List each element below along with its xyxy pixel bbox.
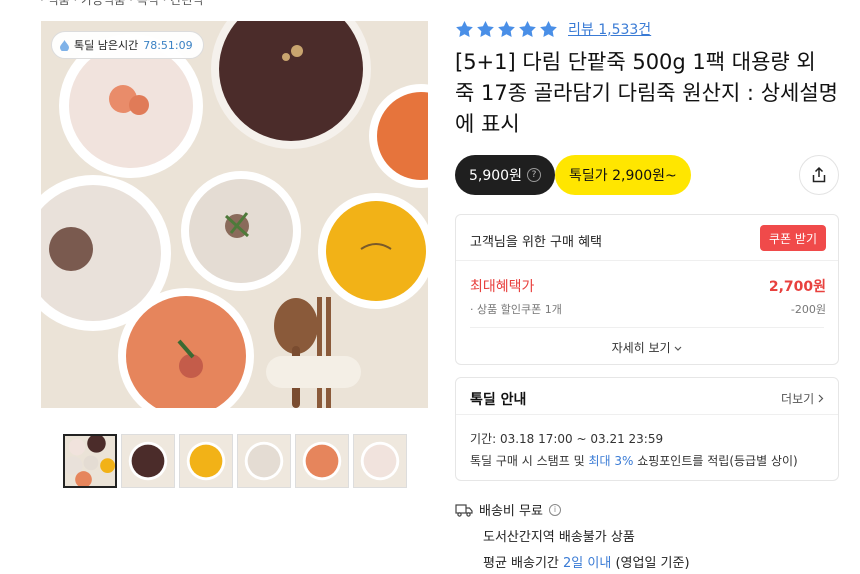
- shipping-info: 배송비 무료 i 도서산간지역 배송불가 상품 평균 배송기간 2일 이내 (영…: [455, 500, 839, 571]
- timer-drop-icon: [60, 39, 69, 51]
- chevron-down-icon: [674, 346, 682, 351]
- thumbnail-6[interactable]: [353, 434, 407, 488]
- thumbnail-image: [122, 435, 174, 487]
- thumbnail-image: [296, 435, 348, 487]
- thumbnail-4[interactable]: [237, 434, 291, 488]
- price-help-icon[interactable]: ?: [526, 168, 541, 182]
- benefit-heading: 고객님을 위한 구매 혜택: [470, 235, 602, 250]
- purchase-benefit-box: 고객님을 위한 구매 혜택 쿠폰 받기 최대혜택가 2,700원 · 상품 할인…: [455, 214, 839, 365]
- info-icon[interactable]: i: [548, 503, 561, 516]
- thumbnail-2[interactable]: [121, 434, 175, 488]
- truck-icon: [455, 503, 473, 517]
- max-benefit-label: 최대혜택가: [470, 279, 535, 295]
- product-title: [5+1] 다림 단팥죽 500g 1팩 대용량 외 죽 17종 골라담기 다림…: [455, 50, 838, 136]
- breadcrumb: · 식품 · 가공식품 · 즉석 · 간편식: [40, 0, 204, 7]
- thumbnail-3[interactable]: [179, 434, 233, 488]
- deal-note-highlight: 최대 3%: [588, 454, 634, 468]
- porridge-bowls-illustration: [41, 21, 428, 408]
- more-link[interactable]: 더보기: [781, 390, 824, 407]
- main-product-image[interactable]: 톡딜 남은시간 78:51:09: [41, 21, 428, 408]
- deal-note: 톡딜 구매 시 스탬프 및 최대 3% 쇼핑포인트를 적립(등급별 상이): [470, 452, 798, 469]
- star-icon: [519, 20, 536, 37]
- max-benefit-price: 2,700원: [768, 279, 826, 295]
- shipping-period-suffix: (영업일 기준): [611, 556, 690, 571]
- deal-info-box: 톡딜 안내 더보기 기간: 03.18 17:00 ~ 03.21 23:59 …: [455, 377, 839, 481]
- timer-label: 톡딜 남은시간: [74, 39, 139, 52]
- thumbnail-1[interactable]: [63, 434, 117, 488]
- thumbnail-5[interactable]: [295, 434, 349, 488]
- coupon-discount: -200원: [790, 303, 826, 316]
- regular-price-pill[interactable]: 5,900원 ?: [455, 155, 555, 195]
- thumbnail-strip: [63, 434, 407, 488]
- shipping-restriction: 도서산간지역 배송불가 상품: [483, 530, 635, 545]
- chevron-right-icon: [818, 394, 824, 403]
- star-icon: [477, 20, 494, 37]
- star-icon: [540, 20, 557, 37]
- thumbnail-image: [180, 435, 232, 487]
- deal-note-prefix: 톡딜 구매 시 스탬프 및: [470, 454, 589, 468]
- regular-price: 5,900원: [469, 168, 522, 184]
- share-button[interactable]: [799, 155, 839, 195]
- thumbnail-image: [238, 435, 290, 487]
- coupon-line: · 상품 할인쿠폰 1개: [470, 303, 562, 316]
- see-details-label: 자세히 보기: [611, 341, 671, 355]
- deal-price: 톡딜가 2,900원~: [569, 168, 677, 184]
- thumbnail-image: [354, 435, 406, 487]
- shipping-fee-row: 배송비 무료 i: [455, 500, 839, 519]
- divider: [470, 327, 824, 328]
- shipping-period: 평균 배송기간 2일 이내 (영업일 기준): [483, 552, 839, 571]
- star-icon: [498, 20, 515, 37]
- deal-note-suffix: 쇼핑포인트를 적립(등급별 상이): [633, 454, 798, 468]
- deal-timer-badge: 톡딜 남은시간 78:51:09: [51, 31, 204, 59]
- deal-info-heading: 톡딜 안내: [470, 392, 527, 408]
- star-icon: [456, 20, 473, 37]
- divider: [456, 414, 838, 415]
- deal-price-pill[interactable]: 톡딜가 2,900원~: [555, 155, 691, 195]
- price-row: 5,900원 ? 톡딜가 2,900원~: [455, 155, 839, 195]
- shipping-period-prefix: 평균 배송기간: [483, 556, 564, 571]
- get-coupon-button[interactable]: 쿠폰 받기: [760, 225, 826, 251]
- review-count-link[interactable]: 리뷰 1,533건: [568, 19, 651, 39]
- shipping-period-highlight: 2일 이내: [563, 556, 612, 571]
- divider: [456, 260, 838, 261]
- see-details-button[interactable]: 자세히 보기: [456, 339, 838, 356]
- deal-period: 기간: 03.18 17:00 ~ 03.21 23:59: [470, 432, 664, 446]
- thumbnail-image: [65, 436, 115, 486]
- rating-row: 리뷰 1,533건: [455, 19, 651, 39]
- timer-value: 78:51:09: [143, 38, 193, 52]
- share-icon: [812, 166, 826, 183]
- more-label: 더보기: [781, 392, 815, 406]
- shipping-fee: 배송비 무료: [479, 504, 543, 519]
